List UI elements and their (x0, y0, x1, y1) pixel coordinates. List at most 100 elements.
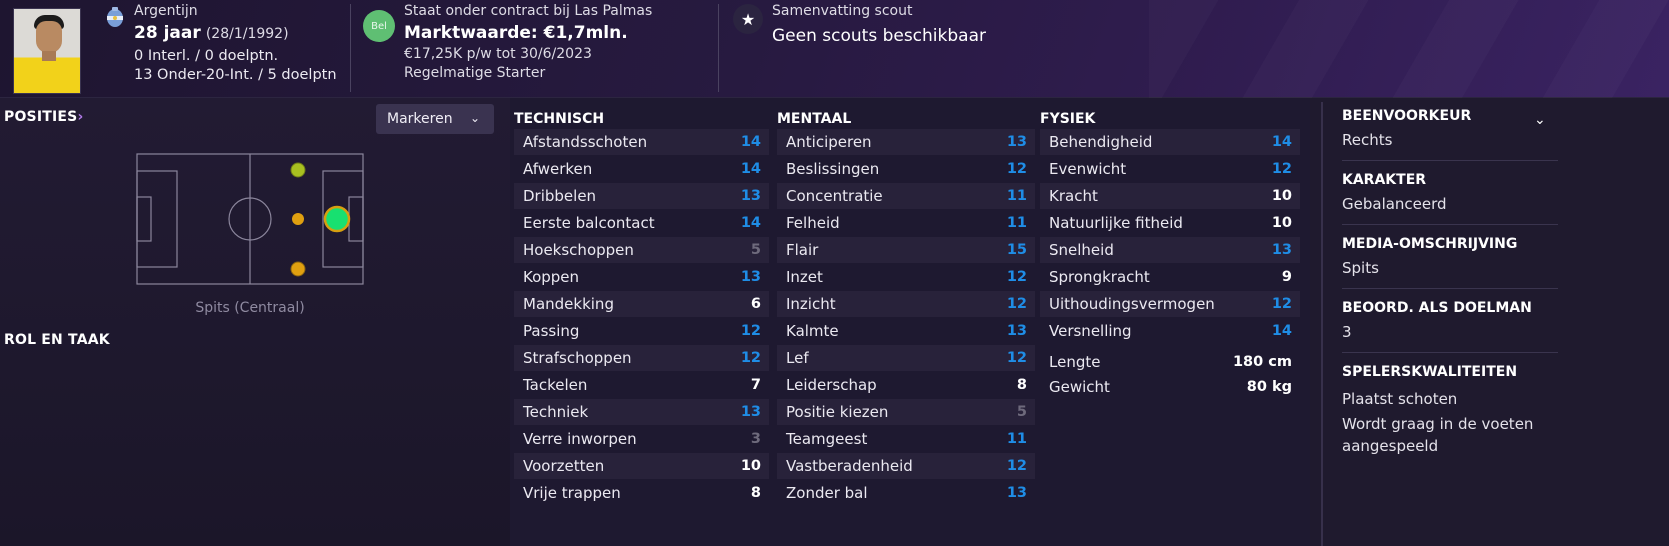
attribute-row[interactable]: Tackelen 7 (514, 372, 769, 398)
character-title: KARAKTER (1342, 172, 1427, 188)
attribute-row[interactable]: Inzet 12 (777, 264, 1035, 290)
header-divider (350, 4, 351, 92)
media-title: MEDIA-OMSCHRIJVING (1342, 236, 1518, 252)
attribute-value: 13 (1006, 323, 1027, 339)
attribute-name: Positie kiezen (786, 403, 889, 421)
attribute-row[interactable]: Sprongkracht 9 (1040, 264, 1300, 290)
divider (1342, 224, 1558, 225)
attribute-row[interactable]: Anticiperen 13 (777, 129, 1035, 155)
attribute-value: 14 (1271, 323, 1292, 339)
attribute-name: Afwerken (523, 160, 593, 178)
attribute-name: Koppen (523, 268, 580, 286)
attribute-row[interactable]: Snelheid 13 (1040, 237, 1300, 263)
attribute-value: 5 (1016, 404, 1027, 420)
attribute-value: 14 (740, 134, 761, 150)
attribute-value: 13 (740, 188, 761, 204)
club-badge[interactable]: Bel (363, 10, 395, 42)
chevron-down-icon[interactable]: ⌄ (1534, 112, 1546, 128)
player-photo (13, 8, 81, 94)
attribute-name: Felheid (786, 214, 840, 232)
attribute-row[interactable]: Passing 12 (514, 318, 769, 344)
position-dot (290, 162, 306, 178)
attribute-row[interactable]: Afstandsschoten 14 (514, 129, 769, 155)
role-title[interactable]: ROL EN TAAK (4, 332, 110, 348)
attribute-row[interactable]: Positie kiezen 5 (777, 399, 1035, 425)
attribute-name: Inzicht (786, 295, 836, 313)
attribute-name: Zonder bal (786, 484, 868, 502)
attribute-row[interactable]: Concentratie 11 (777, 183, 1035, 209)
attribute-value: 8 (1016, 377, 1027, 393)
attribute-name: Kalmte (786, 322, 839, 340)
mental-title: MENTAAL (777, 111, 852, 127)
attribute-name: Anticiperen (786, 133, 872, 151)
attribute-row[interactable]: Teamgeest 11 (777, 426, 1035, 452)
positions-title[interactable]: POSITIES› (4, 109, 83, 125)
attribute-row[interactable]: Uithoudingsvermogen 12 (1040, 291, 1300, 317)
technical-title: TECHNISCH (514, 111, 605, 127)
attribute-name: Mandekking (523, 295, 614, 313)
physical-title: FYSIEK (1040, 111, 1096, 127)
attribute-name: Eerste balcontact (523, 214, 655, 232)
attribute-name: Behendigheid (1049, 133, 1153, 151)
attribute-value: 7 (750, 377, 761, 393)
attribute-name: Evenwicht (1049, 160, 1127, 178)
markeren-dropdown[interactable]: Markeren ⌄ (376, 104, 494, 134)
height-row: Lengte 180 cm (1040, 349, 1300, 375)
age-line: 28 jaar (28/1/1992) (134, 23, 289, 43)
trait-item[interactable]: Plaatst schoten (1342, 390, 1457, 408)
height-label: Lengte (1049, 353, 1101, 371)
attribute-row[interactable]: Vastberadenheid 12 (777, 453, 1035, 479)
attribute-row[interactable]: Behendigheid 14 (1040, 129, 1300, 155)
attribute-row[interactable]: Beslissingen 12 (777, 156, 1035, 182)
attribute-row[interactable]: Mandekking 6 (514, 291, 769, 317)
attribute-row[interactable]: Lef 12 (777, 345, 1035, 371)
attribute-name: Teamgeest (786, 430, 868, 448)
attribute-row[interactable]: Eerste balcontact 14 (514, 210, 769, 236)
chevron-right-icon: › (77, 109, 84, 125)
attribute-name: Strafschoppen (523, 349, 632, 367)
trait-item[interactable]: Wordt graag in de voeten (1342, 415, 1533, 433)
attribute-name: Natuurlijke fitheid (1049, 214, 1183, 232)
position-dot (290, 261, 306, 277)
attribute-row[interactable]: Voorzetten 10 (514, 453, 769, 479)
attribute-name: Hoekschoppen (523, 241, 634, 259)
attribute-row[interactable]: Kalmte 13 (777, 318, 1035, 344)
caps: 0 Interl. / 0 doelptn. (134, 48, 279, 64)
traits-title: SPELERSKWALITEITEN (1342, 364, 1518, 380)
attribute-row[interactable]: Felheid 11 (777, 210, 1035, 236)
market-value: Marktwaarde: €1,7mln. (404, 23, 628, 43)
attribute-row[interactable]: Techniek 13 (514, 399, 769, 425)
attribute-row[interactable]: Inzicht 12 (777, 291, 1035, 317)
attribute-name: Vrije trappen (523, 484, 621, 502)
attribute-value: 11 (1006, 431, 1027, 447)
attribute-row[interactable]: Koppen 13 (514, 264, 769, 290)
attribute-name: Tackelen (523, 376, 588, 394)
attribute-row[interactable]: Dribbelen 13 (514, 183, 769, 209)
attribute-row[interactable]: Afwerken 14 (514, 156, 769, 182)
trait-item-continued[interactable]: aangespeeld (1342, 437, 1438, 455)
header-divider (718, 4, 719, 92)
character-value: Gebalanceerd (1342, 195, 1447, 213)
contract-text[interactable]: Staat onder contract bij Las Palmas (404, 3, 652, 19)
attribute-name: Sprongkracht (1049, 268, 1150, 286)
attribute-row[interactable]: Strafschoppen 12 (514, 345, 769, 371)
attribute-row[interactable]: Flair 15 (777, 237, 1035, 263)
attribute-row[interactable]: Vrije trappen 8 (514, 480, 769, 506)
attribute-value: 14 (740, 161, 761, 177)
attribute-row[interactable]: Evenwicht 12 (1040, 156, 1300, 182)
attribute-row[interactable]: Verre inworpen 3 (514, 426, 769, 452)
attribute-value: 3 (750, 431, 761, 447)
attribute-row[interactable]: Kracht 10 (1040, 183, 1300, 209)
attribute-row[interactable]: Hoekschoppen 5 (514, 237, 769, 263)
attribute-row[interactable]: Zonder bal 13 (777, 480, 1035, 506)
nationality[interactable]: Argentijn (134, 3, 198, 19)
height-value: 180 cm (1232, 354, 1292, 370)
attribute-name: Passing (523, 322, 580, 340)
attribute-row[interactable]: Versnelling 14 (1040, 318, 1300, 344)
attribute-value: 12 (1006, 269, 1027, 285)
divider (1342, 352, 1558, 353)
attribute-name: Versnelling (1049, 322, 1132, 340)
attribute-row[interactable]: Leiderschap 8 (777, 372, 1035, 398)
attribute-row[interactable]: Natuurlijke fitheid 10 (1040, 210, 1300, 236)
attribute-value: 13 (1271, 242, 1292, 258)
